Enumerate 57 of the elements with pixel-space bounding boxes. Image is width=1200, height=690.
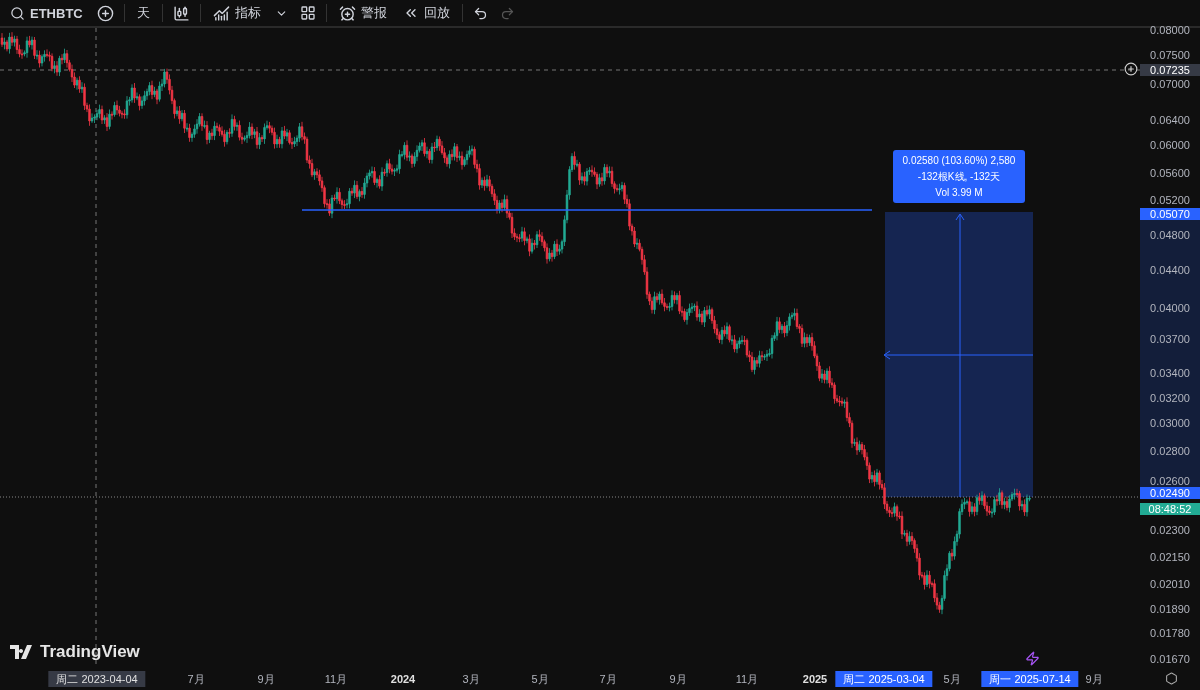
price-label: 0.05600 [1149, 167, 1191, 179]
price-label: 0.02300 [1149, 524, 1191, 536]
alert-button[interactable]: 警报 [334, 2, 391, 24]
price-label: 0.03700 [1149, 333, 1191, 345]
symbol-search[interactable]: ETHBTC [6, 3, 87, 23]
time-label: 7月 [186, 672, 206, 687]
price-label: 0.07000 [1149, 78, 1191, 90]
price-label: 0.04000 [1149, 302, 1191, 314]
chart-icon [212, 4, 230, 22]
price-label: 0.01670 [1149, 653, 1191, 665]
price-label: 0.03400 [1149, 367, 1191, 379]
price-label: 0.03000 [1149, 417, 1191, 429]
time-label: 2024 [389, 672, 417, 687]
time-label: 周二 2023-04-04 [48, 671, 146, 687]
interval-button[interactable]: 天 [132, 2, 154, 24]
price-label: 0.02800 [1149, 445, 1191, 457]
time-label: 2025 [801, 672, 829, 687]
price-label: 08:48:52 [1140, 503, 1200, 515]
search-icon [10, 5, 25, 21]
add-alert-icon[interactable] [1124, 62, 1138, 76]
price-label: 0.06400 [1149, 114, 1191, 126]
time-label: 9月 [1084, 672, 1104, 687]
time-label: 5月 [530, 672, 550, 687]
price-label: 0.02150 [1149, 551, 1191, 563]
indicators-button[interactable]: 指标 [208, 2, 265, 24]
measure-text: 0.02580 (103.60%) 2,580 [902, 154, 1016, 167]
price-label: 0.04800 [1149, 229, 1191, 241]
time-label: 7月 [598, 672, 618, 687]
time-label: 5月 [942, 672, 962, 687]
price-label: 0.07500 [1149, 49, 1191, 61]
time-label: 3月 [461, 672, 481, 687]
measure-text: -132根K线, -132天 [917, 170, 1001, 183]
price-label: 0.02010 [1149, 578, 1191, 590]
price-label: 0.06000 [1149, 139, 1191, 151]
price-label: 0.04400 [1149, 264, 1191, 276]
time-label: 9月 [668, 672, 688, 687]
brand-name: TradingView [40, 642, 140, 662]
time-label: 11月 [734, 672, 760, 687]
price-label: 0.03200 [1149, 392, 1191, 404]
logo-icon [10, 645, 34, 659]
price-label: 0.01780 [1149, 627, 1191, 639]
replay-button[interactable]: 回放 [398, 2, 454, 24]
time-label: 周一 2025-07-14 [981, 671, 1079, 687]
price-label: 0.02490 [1140, 487, 1200, 499]
price-label: 0.05070 [1140, 208, 1200, 220]
price-label: 0.02600 [1149, 475, 1191, 487]
price-label: 0.05200 [1149, 194, 1191, 206]
time-label: 9月 [256, 672, 276, 687]
price-label: 0.01890 [1149, 603, 1191, 615]
time-label: 周二 2025-03-04 [835, 671, 933, 687]
settings-icon[interactable] [1165, 672, 1178, 685]
price-label: 0.08000 [1149, 24, 1191, 36]
alarm-clock-icon [338, 4, 356, 22]
lightning-icon[interactable] [1025, 651, 1040, 666]
price-label: 0.07235 [1140, 64, 1200, 76]
time-label: 11月 [323, 672, 349, 687]
measure-text: Vol 3.99 M [935, 186, 983, 199]
